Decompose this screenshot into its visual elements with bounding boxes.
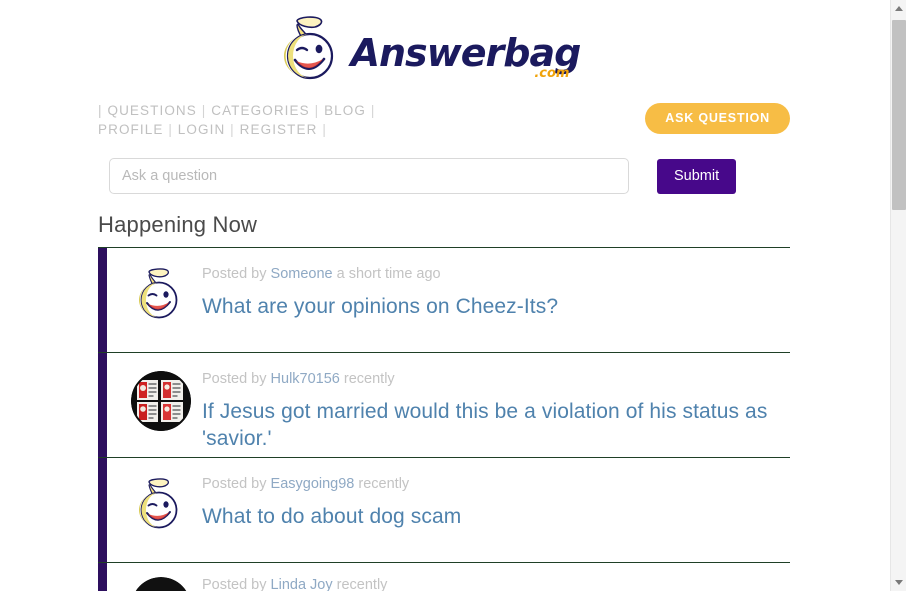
avatar	[131, 577, 191, 591]
question-title-link[interactable]: If Jesus got married would this be a vio…	[202, 398, 790, 452]
nav-link-login[interactable]: LOGIN	[178, 122, 226, 137]
post-accent-bar	[98, 248, 107, 352]
post-accent-bar	[98, 458, 107, 562]
post-body: Posted by Hulk70156 recently If Jesus go…	[191, 353, 790, 452]
search-bar: Submit	[0, 158, 890, 194]
ask-question-button[interactable]: ASK QUESTION	[645, 103, 790, 134]
nav-separator: |	[168, 121, 173, 137]
feed-item[interactable]: Posted by Linda Joy recently	[98, 562, 790, 591]
scroll-up-arrow-icon	[895, 6, 903, 11]
post-meta: Posted by Hulk70156 recently	[202, 369, 790, 389]
nav-link-profile[interactable]: PROFILE	[98, 122, 163, 137]
post-body: Posted by Linda Joy recently	[191, 563, 790, 591]
search-input[interactable]	[109, 158, 629, 194]
question-title-link[interactable]: What to do about dog scam	[202, 503, 461, 530]
nav-link-list: | QUESTIONS | CATEGORIES | BLOG | PROFIL…	[98, 102, 518, 139]
site-logo[interactable]: Answerbag .com	[275, 14, 616, 88]
nav-separator: |	[314, 103, 320, 118]
post-author-link[interactable]: Easygoing98	[271, 476, 355, 492]
avatar	[131, 266, 191, 326]
avatar	[131, 371, 191, 431]
posted-by-label: Posted by	[202, 371, 267, 387]
post-timestamp: recently	[336, 577, 388, 591]
site-header: Answerbag .com	[0, 0, 890, 88]
scroll-down-arrow-icon	[895, 580, 903, 585]
posted-by-label: Posted by	[202, 266, 267, 282]
post-meta: Posted by Someone a short time ago	[202, 264, 790, 284]
post-body: Posted by Easygoing98 recently What to d…	[191, 458, 790, 530]
submit-button[interactable]: Submit	[657, 158, 737, 194]
logo-dotcom: .com	[534, 66, 570, 81]
answerbag-smiley-logo-icon	[283, 16, 333, 80]
post-timestamp: recently	[343, 371, 395, 387]
happening-now-feed: Posted by Someone a short time ago What …	[0, 247, 890, 591]
default-smiley-avatar-icon	[131, 476, 191, 536]
nav-separator: |	[201, 103, 207, 118]
default-smiley-avatar-icon	[131, 266, 191, 326]
scroll-down-button[interactable]	[891, 574, 906, 591]
photo-grid-avatar-icon	[131, 371, 191, 431]
nav-separator: |	[370, 103, 376, 118]
post-body: Posted by Someone a short time ago What …	[191, 248, 790, 320]
nav-separator: |	[230, 121, 235, 137]
posted-by-label: Posted by	[202, 476, 267, 492]
scroll-up-button[interactable]	[891, 0, 906, 17]
nav-link-questions[interactable]: QUESTIONS	[107, 103, 196, 118]
nav-link-categories[interactable]: CATEGORIES	[211, 103, 310, 118]
post-accent-bar	[98, 353, 107, 457]
post-meta: Posted by Easygoing98 recently	[202, 474, 790, 494]
vertical-scrollbar[interactable]	[890, 0, 906, 591]
feed-item[interactable]: Posted by Someone a short time ago What …	[98, 247, 790, 352]
nav-link-blog[interactable]: BLOG	[324, 103, 366, 118]
nav-separator: |	[98, 103, 103, 118]
question-title-link[interactable]: What are your opinions on Cheez-Its?	[202, 293, 558, 320]
posted-by-label: Posted by	[202, 577, 267, 591]
post-author-link[interactable]: Hulk70156	[271, 371, 340, 387]
feed-item[interactable]: Posted by Easygoing98 recently What to d…	[98, 457, 790, 562]
nav-separator: |	[322, 121, 327, 137]
post-accent-bar	[98, 563, 107, 591]
feed-item[interactable]: Posted by Hulk70156 recently If Jesus go…	[98, 352, 790, 457]
main-navigation: | QUESTIONS | CATEGORIES | BLOG | PROFIL…	[0, 102, 890, 148]
post-author-link[interactable]: Linda Joy	[271, 577, 333, 591]
post-timestamp: a short time ago	[336, 266, 441, 282]
page-title: Happening Now	[98, 212, 258, 237]
scrollbar-thumb[interactable]	[892, 20, 906, 210]
post-author-link[interactable]: Someone	[271, 266, 333, 282]
post-timestamp: recently	[358, 476, 410, 492]
dark-photo-avatar-icon	[135, 577, 187, 591]
post-meta: Posted by Linda Joy recently	[202, 575, 790, 591]
nav-link-register[interactable]: REGISTER	[240, 122, 318, 137]
avatar	[131, 476, 191, 536]
page-content: Answerbag .com | QUESTIONS | CATEGORIES …	[0, 0, 890, 591]
browser-viewport: Answerbag .com | QUESTIONS | CATEGORIES …	[0, 0, 906, 591]
